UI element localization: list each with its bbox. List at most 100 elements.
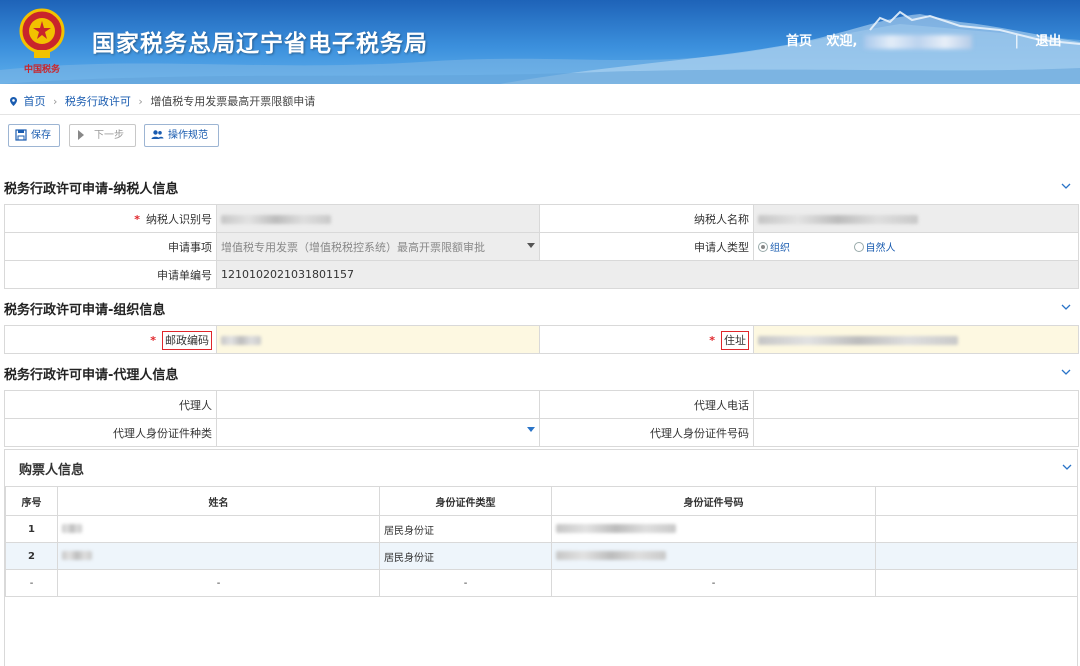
row-id-type: - (379, 569, 552, 597)
buyer-table: 序号 姓名 身份证件类型 身份证件号码 1 居民身份证 2 居民身份证 - - … (5, 486, 1078, 597)
dropdown-arrow-icon (527, 427, 535, 432)
taxpayer-id-field[interactable] (216, 204, 540, 233)
col-name: 姓名 (57, 486, 380, 516)
agent-id-no-input[interactable] (753, 418, 1079, 447)
save-button[interactable]: 保存 (8, 124, 60, 147)
address-label: 住址 (721, 330, 749, 350)
taxpayer-id-label-cell: * 纳税人识别号 (4, 204, 217, 233)
order-no-label: 申请单编号 (4, 260, 217, 289)
row-id-no (551, 515, 876, 543)
buyer-section-title: 购票人信息 (19, 463, 85, 478)
radio-person[interactable] (853, 242, 864, 252)
agent-id-type-select[interactable] (216, 418, 540, 447)
radio-org[interactable] (758, 242, 768, 252)
row-id-no: - (551, 569, 876, 597)
matter-value: 增值税专用发票（增值税税控系统）最高开票限额审批 (221, 240, 485, 254)
agent-id-type-label: 代理人身份证件种类 (4, 418, 217, 447)
row-empty (875, 569, 1078, 597)
emblem-text: 中国税务 (24, 63, 61, 75)
nav-separator: | (1014, 34, 1019, 49)
chevron-down-icon[interactable] (1062, 464, 1072, 470)
breadcrumb-home[interactable]: 首页 (24, 95, 46, 108)
agent-label: 代理人 (4, 390, 217, 419)
matter-select[interactable]: 增值税专用发票（增值税税控系统）最高开票限额审批 (216, 232, 540, 261)
agent-info-table: 代理人 代理人电话 代理人身份证件种类 代理人身份证件号码 (4, 390, 1079, 447)
row-id-no (551, 542, 876, 570)
required-asterisk: * (150, 333, 156, 347)
users-icon (151, 130, 164, 139)
taxpayer-name-redacted (758, 214, 918, 224)
org-section-title: 税务行政许可申请-组织信息 (4, 303, 166, 318)
required-asterisk: * (134, 212, 140, 226)
table-row[interactable]: - - - - (5, 569, 1078, 597)
agent-section-title: 税务行政许可申请-代理人信息 (4, 368, 179, 383)
row-id-type: 居民身份证 (379, 515, 552, 543)
breadcrumb-tax-permit[interactable]: 税务行政许可 (65, 95, 131, 108)
order-no-value: 1210102021031801157 (216, 260, 1079, 289)
breadcrumb: 首页 › 税务行政许可 › 增值税专用发票最高开票限额申请 (0, 84, 1080, 115)
table-row[interactable]: 1 居民身份证 (5, 515, 1078, 543)
taxpayer-section-title: 税务行政许可申请-纳税人信息 (4, 182, 179, 197)
radio-org-label: 组织 (770, 243, 790, 254)
taxpayer-id-redacted (221, 214, 331, 224)
nav-welcome: 欢迎, (826, 34, 858, 49)
next-label: 下一步 (94, 130, 124, 141)
chevron-down-icon[interactable] (1061, 183, 1071, 189)
postcode-redacted (221, 335, 261, 345)
table-row[interactable]: 2 居民身份证 (5, 542, 1078, 570)
buyer-table-header: 序号 姓名 身份证件类型 身份证件号码 (5, 486, 1078, 516)
id-no-redacted (556, 524, 676, 533)
id-no-redacted (556, 551, 666, 560)
guide-label: 操作规范 (168, 130, 208, 141)
taxpayer-info-table: * 纳税人识别号 纳税人名称 申请事项 增值税专用发票（增值税税控系统）最高开票限… (4, 204, 1079, 289)
row-index: 2 (5, 542, 58, 570)
row-id-type: 居民身份证 (379, 542, 552, 570)
breadcrumb-separator-icon: › (53, 95, 58, 108)
dropdown-arrow-icon (527, 243, 535, 248)
row-name (57, 542, 380, 570)
row-empty (875, 542, 1078, 570)
operation-guide-button[interactable]: 操作规范 (144, 124, 219, 147)
location-pin-icon (10, 97, 17, 106)
applicant-type-field: 组织 自然人 (753, 232, 1079, 261)
org-info-table: * 邮政编码 * 住址 (4, 325, 1079, 354)
nav-home-link[interactable]: 首页 (786, 34, 812, 49)
name-redacted (62, 524, 82, 533)
row-index: 1 (5, 515, 58, 543)
taxpayer-name-field[interactable] (753, 204, 1079, 233)
next-step-button[interactable]: 下一步 (69, 124, 136, 147)
row-name: - (57, 569, 380, 597)
tax-emblem-icon: 中国税务 (19, 8, 65, 75)
buyer-panel: 购票人信息 序号 姓名 身份证件类型 身份证件号码 1 居民身份证 2 居民身份… (4, 449, 1078, 666)
site-title: 国家税务总局辽宁省电子税务局 (92, 31, 428, 57)
col-id-no: 身份证件号码 (551, 486, 876, 516)
site-header: 中国税务 国家税务总局辽宁省电子税务局 首页 欢迎, | 退出 (0, 0, 1080, 84)
chevron-down-icon[interactable] (1061, 304, 1071, 310)
address-field[interactable] (753, 325, 1079, 354)
breadcrumb-separator-icon: › (138, 95, 143, 108)
col-id-type: 身份证件类型 (379, 486, 552, 516)
chevron-down-icon[interactable] (1061, 369, 1071, 375)
top-nav: 首页 欢迎, | 退出 (786, 30, 1062, 49)
row-empty (875, 515, 1078, 543)
agent-phone-label: 代理人电话 (539, 390, 754, 419)
agent-input[interactable] (216, 390, 540, 419)
breadcrumb-current: 增值税专用发票最高开票限额申请 (150, 95, 316, 108)
postcode-label: 邮政编码 (162, 330, 212, 350)
save-icon (15, 129, 27, 141)
postcode-label-cell: * 邮政编码 (4, 325, 217, 354)
agent-phone-input[interactable] (753, 390, 1079, 419)
taxpayer-id-label: 纳税人识别号 (146, 212, 212, 226)
matter-label: 申请事项 (4, 232, 217, 261)
address-label-cell: * 住址 (539, 325, 754, 354)
name-redacted (62, 551, 92, 560)
logout-link[interactable]: 退出 (1035, 34, 1061, 49)
save-label: 保存 (31, 130, 51, 141)
taxpayer-name-label: 纳税人名称 (539, 204, 754, 233)
postcode-field[interactable] (216, 325, 540, 354)
address-redacted (758, 335, 958, 345)
username-redacted (864, 34, 973, 49)
col-empty (875, 486, 1078, 516)
row-name (57, 515, 380, 543)
col-index: 序号 (5, 486, 58, 516)
